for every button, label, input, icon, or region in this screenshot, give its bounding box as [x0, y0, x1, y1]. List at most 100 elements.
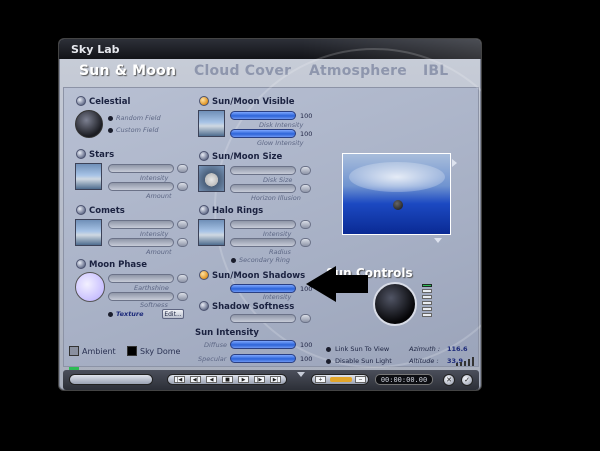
specular-slider[interactable]: [230, 354, 296, 363]
preview-next-icon[interactable]: [452, 159, 457, 167]
shadow-intensity-slider[interactable]: [230, 284, 296, 293]
stop-button[interactable]: ■: [222, 376, 233, 383]
pointer-arrow-icon: [306, 266, 368, 302]
add-key-button[interactable]: +: [315, 376, 326, 383]
transport-bar: |◀ ◀| ◀ ■ ▶ |▶ ▶| + − 00:00:00.00 ✕ ✓: [63, 367, 479, 390]
disk-size-slider[interactable]: [230, 166, 296, 175]
halo-intensity-slider[interactable]: [230, 220, 296, 229]
cancel-button[interactable]: ✕: [443, 374, 455, 386]
keyframe-dropdown-icon[interactable]: [297, 372, 305, 377]
comets-radio[interactable]: [76, 205, 86, 215]
custom-field-dot[interactable]: [108, 128, 113, 133]
celestial-radio[interactable]: [76, 96, 86, 106]
sun-moon-visible-thumbnail: [198, 110, 225, 137]
sun-moon-shadows-radio[interactable]: [199, 270, 209, 280]
timecode-display: 00:00:00.00: [375, 374, 433, 385]
earthshine-slider[interactable]: [108, 274, 174, 283]
sun-level-2[interactable]: [422, 295, 432, 299]
stars-intensity-knob[interactable]: [177, 164, 188, 173]
shadow-softness-knob[interactable]: [300, 314, 311, 323]
halo-rings-radio[interactable]: [199, 205, 209, 215]
remove-key-button[interactable]: −: [355, 376, 366, 383]
edit-button[interactable]: Edit...: [162, 309, 184, 319]
sun-position-dial[interactable]: [373, 282, 417, 326]
random-field-dot[interactable]: [108, 116, 113, 121]
secondary-ring-dot[interactable]: [231, 258, 236, 263]
halo-intensity-knob[interactable]: [300, 220, 311, 229]
sun-level-4[interactable]: [422, 307, 432, 311]
disable-sun-dot[interactable]: [326, 359, 331, 364]
specular-value: 100: [300, 355, 313, 363]
sun-level-1[interactable]: [422, 289, 432, 293]
stars-radio[interactable]: [76, 149, 86, 159]
comets-title: Comets: [89, 206, 125, 216]
stars-amount-label: Amount: [146, 192, 172, 200]
canvas: Sky Lab Sun & Moon Cloud Cover Atmospher…: [0, 0, 600, 451]
stars-intensity-slider[interactable]: [108, 164, 174, 173]
step-forward-button[interactable]: |▶: [254, 376, 265, 383]
sun-intensity-title: Sun Intensity: [195, 328, 259, 338]
halo-radius-slider[interactable]: [230, 238, 296, 247]
play-reverse-button[interactable]: ◀: [206, 376, 217, 383]
halo-intensity-label: Intensity: [263, 230, 292, 238]
halo-radius-label: Radius: [269, 248, 291, 256]
sky-dome-checkbox[interactable]: [127, 346, 137, 356]
shadow-intensity-label: Intensity: [263, 293, 292, 301]
sun-moon-size-radio[interactable]: [199, 151, 209, 161]
main-panel: Celestial Random Field Custom Field Star…: [63, 48, 481, 368]
earthshine-knob[interactable]: [177, 274, 188, 283]
sun-level-3[interactable]: [422, 301, 432, 305]
stars-amount-slider[interactable]: [108, 182, 174, 191]
go-start-button[interactable]: |◀: [174, 376, 185, 383]
stars-amount-knob[interactable]: [177, 182, 188, 191]
glow-intensity-slider[interactable]: [230, 129, 296, 138]
stars-thumbnail: [75, 163, 102, 190]
sun-preview-ball: [393, 200, 403, 210]
tab-sun-moon[interactable]: Sun & Moon: [79, 63, 176, 79]
texture-dot[interactable]: [108, 312, 113, 317]
halo-rings-thumbnail: [198, 219, 225, 246]
halo-radius-knob[interactable]: [300, 238, 311, 247]
shadow-softness-radio[interactable]: [199, 301, 209, 311]
comets-amount-knob[interactable]: [177, 238, 188, 247]
sky-dome-label: Sky Dome: [140, 347, 181, 356]
diffuse-label: Diffuse: [204, 341, 228, 349]
moon-phase-title: Moon Phase: [89, 260, 147, 270]
sun-moon-visible-radio[interactable]: [199, 96, 209, 106]
comets-amount-slider[interactable]: [108, 238, 174, 247]
moon-phase-radio[interactable]: [76, 259, 86, 269]
secondary-ring-label: Secondary Ring: [239, 256, 291, 264]
preview-dropdown-icon[interactable]: [434, 238, 442, 243]
stars-intensity-label: Intensity: [140, 174, 169, 182]
disk-size-knob[interactable]: [300, 166, 311, 175]
celestial-preview: [75, 110, 103, 138]
azimuth-value: 116.6: [447, 345, 468, 353]
sky-lab-window: Sky Lab Sun & Moon Cloud Cover Atmospher…: [58, 38, 482, 391]
softness-slider[interactable]: [108, 292, 174, 301]
horizon-illusion-knob[interactable]: [300, 184, 311, 193]
altitude-label: Altitude :: [409, 357, 439, 365]
disk-intensity-label: Disk Intensity: [259, 121, 304, 129]
comets-intensity-knob[interactable]: [177, 220, 188, 229]
ok-button[interactable]: ✓: [461, 374, 473, 386]
shadow-softness-slider[interactable]: [230, 314, 296, 323]
comets-intensity-slider[interactable]: [108, 220, 174, 229]
link-sun-dot[interactable]: [326, 347, 331, 352]
horizon-illusion-slider[interactable]: [230, 184, 296, 193]
window-title: Sky Lab: [71, 43, 120, 56]
disk-intensity-slider[interactable]: [230, 111, 296, 120]
link-sun-label: Link Sun To View: [335, 345, 390, 353]
diffuse-slider[interactable]: [230, 340, 296, 349]
frame-strip[interactable]: [69, 374, 153, 385]
sun-level-5[interactable]: [422, 313, 432, 317]
disk-intensity-value: 100: [300, 112, 313, 120]
moon-phase-preview[interactable]: [75, 272, 105, 302]
softness-knob[interactable]: [177, 292, 188, 301]
go-end-button[interactable]: ▶|: [270, 376, 281, 383]
tab-cloud-cover[interactable]: Cloud Cover: [194, 63, 291, 79]
sun-moon-shadows-title: Sun/Moon Shadows: [212, 271, 306, 281]
play-button[interactable]: ▶: [238, 376, 249, 383]
ambient-checkbox[interactable]: [69, 346, 79, 356]
step-back-button[interactable]: ◀|: [190, 376, 201, 383]
sky-preview[interactable]: [342, 153, 451, 235]
